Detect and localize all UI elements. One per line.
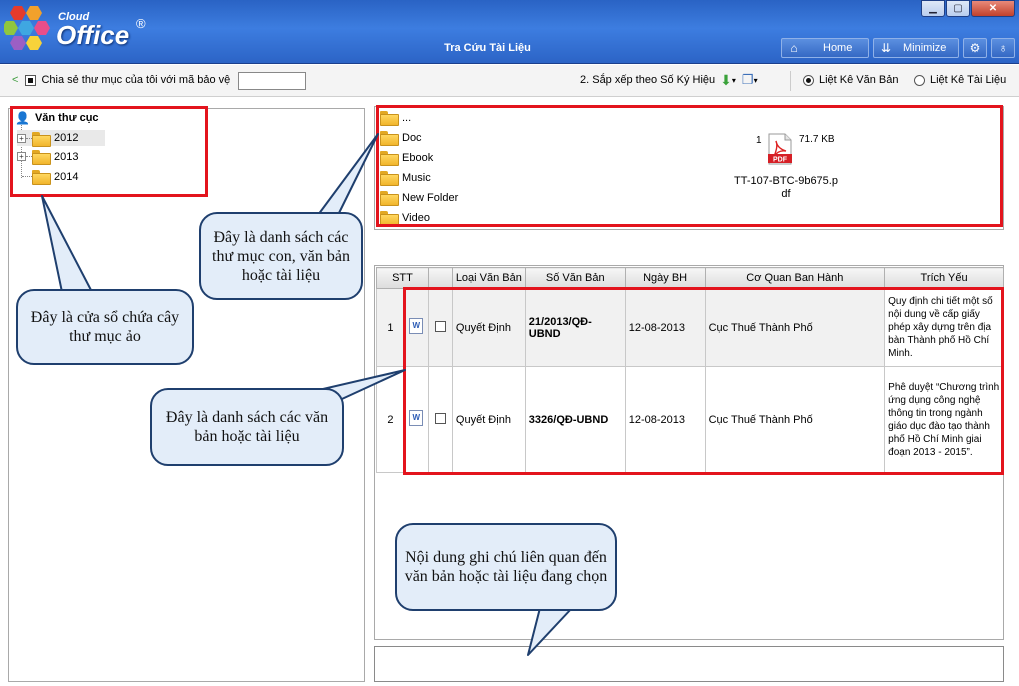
maximize-window-button[interactable]: ▢ bbox=[946, 0, 970, 17]
row-stt: 1 bbox=[376, 288, 405, 367]
toolbar: < Chia sẻ thư mục của tôi với mã bảo vệ … bbox=[0, 65, 1019, 97]
logo-registered-mark: ® bbox=[136, 16, 146, 31]
table-header-row: STT Loại Văn Bản Số Văn Bản Ngày BH Cơ Q… bbox=[376, 267, 1004, 289]
column-header-checkbox bbox=[427, 267, 453, 289]
minimize-window-button[interactable]: ▁ bbox=[921, 0, 945, 17]
minimize-button-label: Minimize bbox=[903, 42, 947, 54]
column-header[interactable]: Loại Văn Bản bbox=[451, 267, 526, 289]
lightbulb-icon: ♁ bbox=[998, 41, 1008, 55]
minimize-app-button[interactable]: ⇊ Minimize bbox=[873, 38, 959, 58]
highlight-tree bbox=[10, 106, 208, 197]
chevron-down-icon: ▾ bbox=[731, 75, 736, 85]
radio-files[interactable] bbox=[914, 74, 925, 86]
column-header[interactable]: Trích Yếu bbox=[884, 267, 1004, 289]
home-button-label: Home bbox=[823, 42, 853, 54]
callout-documents: Đây là danh sách các văn bản hoặc tài li… bbox=[150, 388, 344, 466]
toolbar-divider bbox=[790, 71, 791, 91]
gear-icon: ⚙ bbox=[969, 41, 981, 55]
callout-folders: Đây là danh sách các thư mục con, văn bả… bbox=[199, 212, 363, 300]
share-option[interactable]: < Chia sẻ thư mục của tôi với mã bảo vệ bbox=[12, 74, 230, 86]
title-bar: Cloud Office ® Tra Cứu Tài Liệu ▁ ▢ ✕ ⌂ … bbox=[0, 0, 1019, 64]
window-controls: ▁ ▢ ✕ bbox=[921, 0, 1015, 17]
share-checkbox[interactable] bbox=[25, 74, 37, 86]
home-button[interactable]: ⌂ Home bbox=[781, 38, 869, 58]
maximize-icon: ▢ bbox=[953, 3, 963, 14]
column-header[interactable]: STT bbox=[376, 267, 429, 289]
share-label: Chia sẻ thư mục của tôi với mã bảo vệ bbox=[41, 74, 231, 86]
column-header[interactable]: Ngày BH bbox=[624, 267, 706, 289]
radio-files-label: Liệt Kê Tài Liệu bbox=[930, 74, 1007, 86]
note-textbox[interactable] bbox=[374, 646, 1004, 682]
callout-note: Nội dung ghi chú liên quan đến văn bản h… bbox=[395, 523, 617, 611]
highlight-documents bbox=[403, 287, 1004, 475]
minimize-icon: ▁ bbox=[929, 3, 937, 14]
row-stt: 2 bbox=[376, 366, 405, 473]
home-icon: ⌂ bbox=[790, 41, 798, 55]
sort-label: 2. Sắp xếp theo Số Ký Hiệu bbox=[580, 74, 716, 86]
callout-tree: Đây là cửa sổ chứa cây thư mục ảo bbox=[16, 289, 194, 365]
help-button[interactable]: ♁ bbox=[991, 38, 1015, 58]
close-icon: ✕ bbox=[988, 3, 998, 14]
radio-docs[interactable] bbox=[803, 74, 814, 86]
copy-icon[interactable]: ❐ bbox=[742, 73, 754, 86]
close-window-button[interactable]: ✕ bbox=[971, 0, 1015, 17]
radio-list-files[interactable]: Liệt Kê Tài Liệu bbox=[914, 74, 1006, 86]
radio-docs-label: Liệt Kê Văn Bản bbox=[819, 74, 899, 86]
double-chevron-down-icon: ⇊ bbox=[880, 41, 892, 55]
sort-option[interactable]: 2. Sắp xếp theo Số Ký Hiệu ⬇ ▾ ❐ ▾ bbox=[580, 73, 758, 87]
radio-list-docs[interactable]: Liệt Kê Văn Bản bbox=[803, 74, 899, 86]
share-code-input[interactable] bbox=[238, 72, 306, 90]
sort-down-arrow-icon[interactable]: ⬇ bbox=[720, 73, 732, 87]
column-header[interactable]: Cơ Quan Ban Hành bbox=[704, 267, 886, 289]
chevron-down-icon: ▾ bbox=[753, 75, 758, 85]
highlight-folders bbox=[376, 105, 1003, 227]
column-header[interactable]: Số Văn Bản bbox=[524, 267, 626, 289]
share-icon: < bbox=[12, 74, 19, 86]
settings-button[interactable]: ⚙ bbox=[963, 38, 987, 58]
